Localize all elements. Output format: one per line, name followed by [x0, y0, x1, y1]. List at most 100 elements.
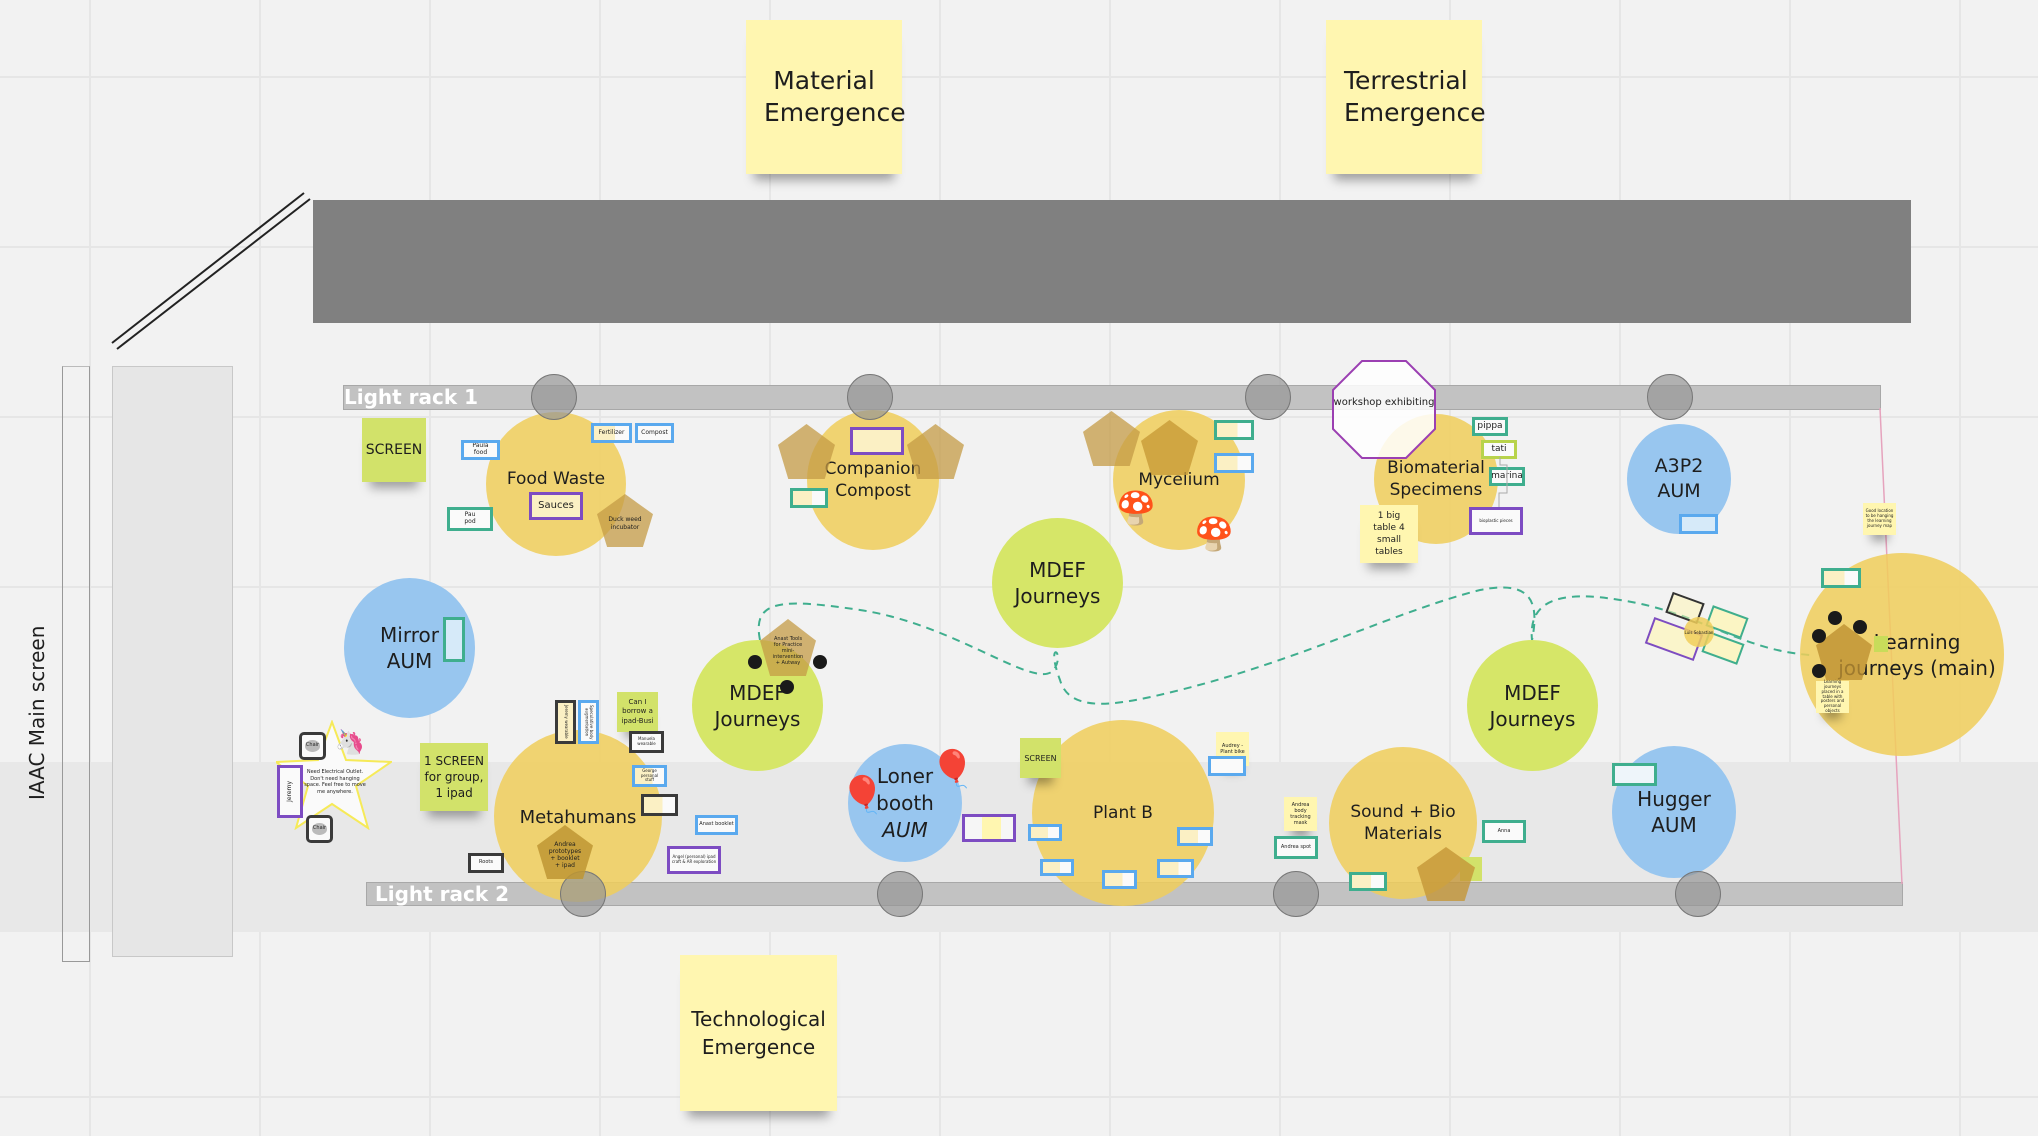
- tag-george[interactable]: George personal stuff: [632, 765, 667, 787]
- light-hook[interactable]: [1245, 374, 1291, 420]
- tag-plant-empty[interactable]: [1177, 827, 1213, 846]
- zone-label: MDEF Journeys: [1489, 680, 1576, 731]
- sticky-technological-emergence[interactable]: Technological Emergence: [680, 955, 837, 1111]
- person-dot: [1812, 664, 1826, 678]
- tag-sound-empty[interactable]: [1349, 872, 1387, 891]
- tag-meta-empty[interactable]: [641, 794, 678, 816]
- light-hook[interactable]: [531, 374, 577, 420]
- tag-meta-vertical-1[interactable]: Jeremy wearable: [555, 700, 576, 744]
- pentagon-text: Andrea prototypes + booklet + ipad: [548, 840, 582, 870]
- rotated-tag-cluster[interactable]: Luis Sebastian: [1640, 591, 1760, 675]
- tag-plant-empty[interactable]: [1102, 870, 1137, 889]
- octagon-shape: [1332, 360, 1436, 459]
- tag-plant-empty[interactable]: [1028, 824, 1062, 841]
- tag-angel[interactable]: Angel (personal) ipad craft & AR explora…: [667, 846, 721, 874]
- tag-roots[interactable]: Roots: [468, 853, 504, 873]
- workshop-octagon[interactable]: workshop exhibiting: [1331, 360, 1437, 459]
- tag-meta-vertical-2[interactable]: Speculative body augmentation: [578, 700, 599, 744]
- tag-pau-pod[interactable]: Pau pod: [447, 507, 493, 531]
- sticky-text: Audrey - Plant bike: [1220, 743, 1245, 755]
- sticky-screen-plant[interactable]: SCREEN: [1020, 738, 1061, 778]
- sticky-borrow-ipad[interactable]: Can I borrow a ipad-Busi: [617, 692, 658, 732]
- whiteboard-canvas[interactable]: Material Emergence Terrestrial Emergence…: [0, 0, 2038, 1136]
- sticky-text: Learning journeys placed in a table with…: [1820, 679, 1845, 713]
- person-dot: [1853, 620, 1867, 634]
- tag-text: Fertilizer: [598, 428, 625, 436]
- light-hook[interactable]: [1647, 374, 1693, 420]
- sticky-text: Andrea body tracking mask: [1290, 802, 1311, 826]
- chair-2[interactable]: Chair: [306, 815, 333, 843]
- pentagon-text: Anast Tools for Practice mini-interventi…: [772, 635, 804, 666]
- sticky-text: Good location to be hanging the learning…: [1865, 508, 1894, 528]
- tag-text: Anast booklet: [699, 821, 734, 828]
- light-hook[interactable]: [1273, 871, 1319, 917]
- tag-manuela[interactable]: Manuela wearable: [629, 731, 664, 753]
- sticky-text: SCREEN: [1024, 753, 1057, 763]
- tag-text: Andrea spot: [1280, 843, 1312, 850]
- tag-text: Jeremy wearable: [563, 705, 569, 739]
- balloon-icon: 🎈: [930, 749, 975, 790]
- pentagon-text: Duck weed incubator: [608, 516, 642, 531]
- tag-pippa[interactable]: pippa: [1472, 417, 1508, 436]
- sticky-text: Technological Emergence: [691, 1007, 826, 1059]
- tag-paula-food[interactable]: Paula food: [461, 440, 500, 460]
- zone-label: Plant B: [1093, 802, 1153, 823]
- zone-label: Food Waste: [506, 469, 606, 489]
- zone-label: Biomaterial Specimens: [1387, 457, 1485, 500]
- tag-text: Compost: [641, 428, 668, 436]
- sticky-big-table[interactable]: 1 big table 4 small tables: [1360, 505, 1418, 563]
- green-marker: [1874, 636, 1888, 652]
- tag-compost-empty-2[interactable]: [790, 488, 828, 508]
- star-text: Need Electrical Outlet. Don't need hangi…: [304, 769, 366, 795]
- light-hook[interactable]: [877, 871, 923, 917]
- octagon-text: workshop exhibiting: [1333, 397, 1435, 408]
- tag-mycelium-empty[interactable]: [1214, 420, 1254, 440]
- tag-text: George personal stuff: [640, 768, 659, 783]
- tag-plant-empty[interactable]: [1157, 859, 1194, 878]
- person-dot: [748, 655, 762, 669]
- sticky-screen[interactable]: SCREEN: [362, 418, 426, 482]
- tag-text: Angel (personal) ipad craft & AR explora…: [671, 854, 717, 864]
- tag-mirror-empty[interactable]: [443, 617, 465, 662]
- tag-jeremy[interactable]: Jeremy: [277, 765, 303, 818]
- tag-plant-empty[interactable]: [1040, 859, 1074, 876]
- tag-hugger-empty[interactable]: [1612, 763, 1657, 786]
- zone-label: Sound + Bio Materials: [1350, 801, 1456, 844]
- balloon-icon: 🎈: [840, 775, 885, 816]
- tag-text: Paula food: [472, 442, 489, 456]
- tag-fertilizer[interactable]: Fertilizer: [591, 423, 632, 443]
- tag-text: Chair: [304, 740, 321, 752]
- light-hook[interactable]: [1675, 871, 1721, 917]
- light-hook[interactable]: [847, 374, 893, 420]
- tag-audrey-empty[interactable]: [1208, 756, 1246, 776]
- cluster-circle: Luis Sebastian: [1684, 617, 1714, 647]
- tag-loner-empty[interactable]: [962, 814, 1016, 842]
- zone-mdef-journeys-top[interactable]: MDEF Journeys: [992, 518, 1123, 648]
- person-dot: [780, 680, 794, 694]
- tag-compost[interactable]: Compost: [635, 423, 674, 443]
- zone-label: Loner: [876, 763, 934, 788]
- tag-compost-empty[interactable]: [850, 427, 904, 455]
- tag-mycelium-empty-2[interactable]: [1214, 453, 1254, 473]
- chair-1[interactable]: Chair: [299, 732, 326, 760]
- zone-label: AUM: [882, 817, 928, 842]
- tag-text: bioplastic pieces: [1479, 517, 1513, 523]
- tag-learning-empty[interactable]: [1821, 568, 1861, 588]
- unicorn-icon: 🦄: [335, 728, 365, 756]
- zone-mdef-journeys-right[interactable]: MDEF Journeys: [1467, 640, 1598, 771]
- tag-anna[interactable]: Anna: [1482, 820, 1526, 843]
- mushroom-icon: 🍄: [1194, 515, 1234, 553]
- tag-andrea-spot[interactable]: Andrea spot: [1274, 836, 1318, 859]
- zone-label: Companion Compost: [824, 458, 922, 501]
- sticky-learning-note-2[interactable]: Learning journeys placed in a table with…: [1816, 679, 1849, 713]
- sticky-learning-note-1[interactable]: Good location to be hanging the learning…: [1863, 503, 1896, 535]
- sticky-one-screen[interactable]: 1 SCREEN for group, 1 ipad: [420, 743, 488, 811]
- tag-a3p2-empty[interactable]: [1679, 514, 1718, 534]
- sticky-text: SCREEN: [365, 442, 423, 458]
- tag-text: Pau pod: [464, 511, 476, 525]
- person-dot: [813, 655, 827, 669]
- tag-sauces[interactable]: Sauces: [529, 492, 583, 520]
- sticky-andrea-tracking[interactable]: Andrea body tracking mask: [1284, 797, 1317, 831]
- tag-text: Manuela wearable: [637, 736, 656, 746]
- tag-anast-booklet[interactable]: Anast booklet: [695, 815, 738, 835]
